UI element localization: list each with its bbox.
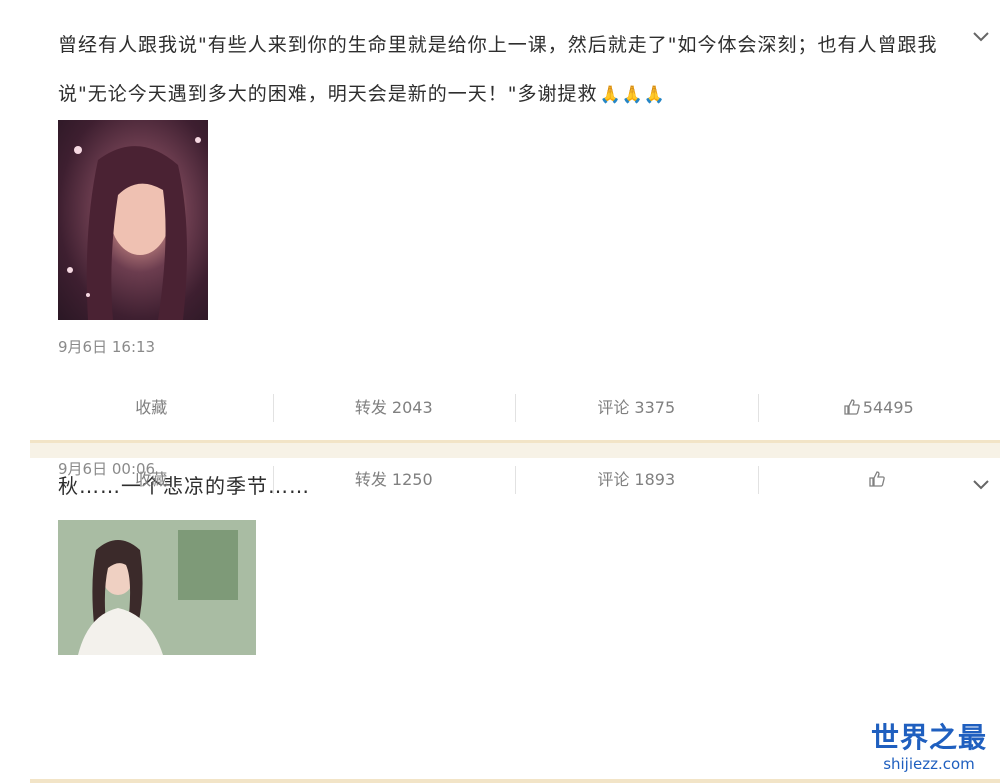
comment-label: 评论 3375 [597,398,676,417]
thumbs-up-icon [844,399,860,415]
comment-button[interactable]: 评论 1893 [515,458,758,502]
post-actions: 收藏 转发 1250 评论 1893 [30,458,1000,502]
watermark-title: 世界之最 [870,721,987,754]
comment-button[interactable]: 评论 3375 [515,386,758,430]
repost-label: 转发 1250 [354,470,433,489]
like-button[interactable]: 54495 [757,386,1000,430]
post-timestamp: 9月6日 16:13 [58,338,156,356]
post-photo[interactable] [58,120,208,320]
chevron-down-icon[interactable] [970,30,992,46]
like-button[interactable] [757,458,1000,502]
repost-label: 转发 2043 [354,398,433,417]
post-text-content: 曾经有人跟我说"有些人来到你的生命里就是给你上一课，然后就走了"如今体会深刻；也… [58,34,938,105]
repost-button[interactable]: 转发 2043 [272,386,516,430]
weibo-feed: 曾经有人跟我说"有些人来到你的生命里就是给你上一课，然后就走了"如今体会深刻；也… [0,0,1000,783]
watermark-url: shijiezz.com [883,755,975,773]
pray-emoji-icon: 🙏🙏🙏 [599,85,666,105]
favorite-button[interactable]: 收藏 [30,458,273,502]
favorite-label: 收藏 [135,470,168,489]
favorite-label: 收藏 [135,398,168,417]
post-photo[interactable] [58,520,256,655]
post-actions: 收藏 转发 2043 评论 3375 54495 [30,386,1000,430]
favorite-button[interactable]: 收藏 [30,386,273,430]
site-watermark: 世界之最 shijiezz.com [864,721,994,779]
like-count: 54495 [862,398,914,417]
repost-button[interactable]: 转发 1250 [272,458,516,502]
bottom-divider [30,779,1000,783]
comment-label: 评论 1893 [597,470,676,489]
post-card: 曾经有人跟我说"有些人来到你的生命里就是给你上一课，然后就走了"如今体会深刻；也… [0,0,1000,440]
post-text: 曾经有人跟我说"有些人来到你的生命里就是给你上一课，然后就走了"如今体会深刻；也… [58,21,958,120]
thumbs-up-icon [869,471,886,487]
